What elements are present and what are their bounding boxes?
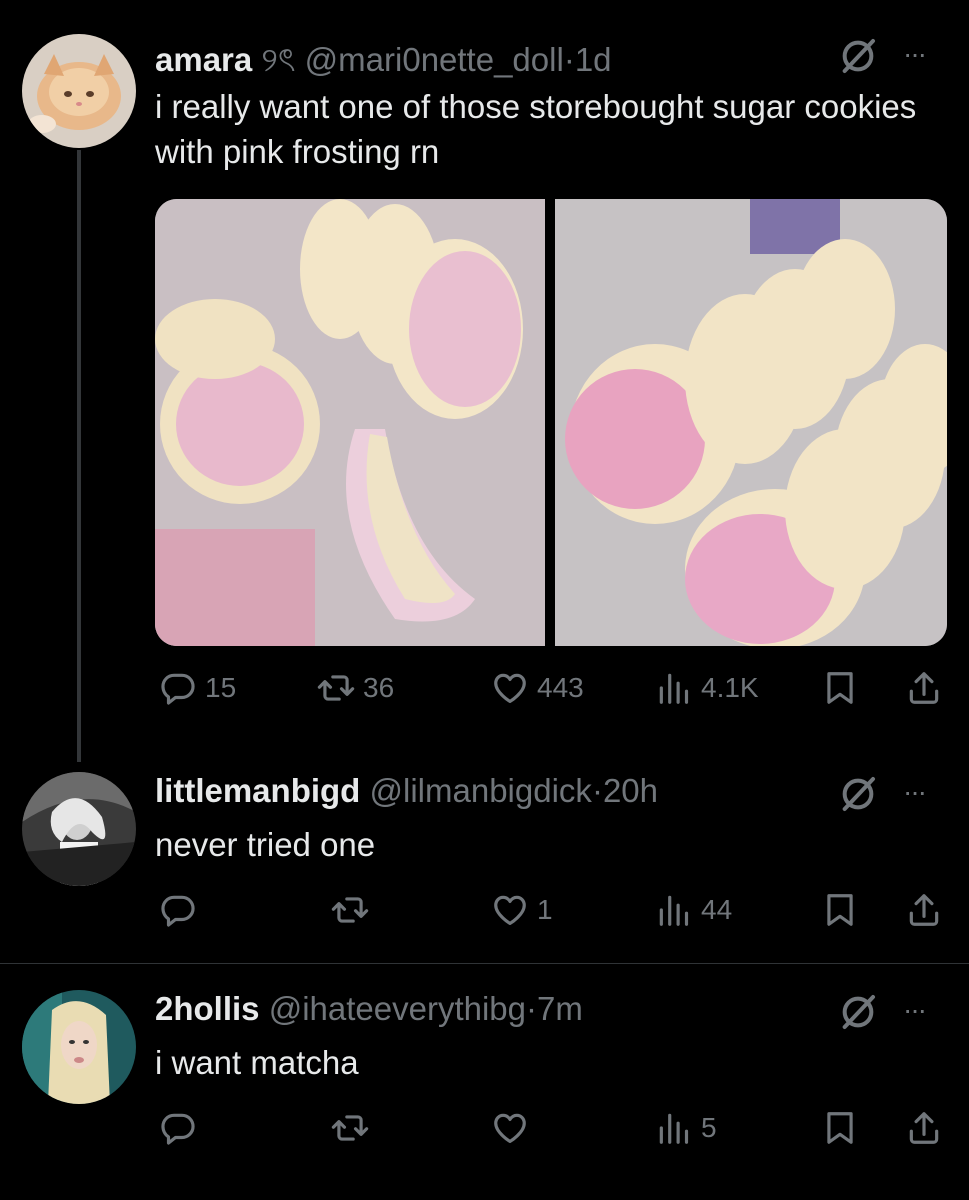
avatar[interactable] [22, 34, 136, 148]
tweet-2hollis[interactable]: 2hollis @ihateeverythibg·7m ··· i want m… [0, 964, 969, 1200]
more-options-icon[interactable]: ··· [903, 994, 927, 1026]
timestamp[interactable]: 20h [603, 772, 658, 809]
bookmark-button[interactable] [821, 1106, 859, 1150]
share-icon [905, 669, 943, 707]
user-handle[interactable]: @lilmanbigdick [370, 772, 592, 809]
grok-icon[interactable] [838, 774, 878, 814]
tweet-text: i want matcha [155, 1044, 359, 1081]
view-count: 4.1K [701, 672, 759, 703]
display-name[interactable]: amara [155, 41, 252, 78]
more-options-icon[interactable]: ··· [903, 776, 927, 808]
views-button[interactable]: 44 [655, 888, 732, 932]
tweet-actions: 15 36 443 4.1K [155, 666, 945, 710]
more-options-icon[interactable]: ··· [903, 38, 927, 70]
display-name[interactable]: 2hollis [155, 990, 260, 1027]
like-button[interactable]: 1 [491, 888, 553, 932]
share-button[interactable] [905, 1106, 943, 1150]
bookmark-button[interactable] [821, 666, 859, 710]
views-icon [655, 891, 693, 929]
user-handle[interactable]: @ihateeverythibg [269, 990, 526, 1027]
tweet-text: never tried one [155, 826, 376, 863]
reply-button[interactable] [159, 1106, 197, 1150]
repost-button[interactable]: 36 [317, 666, 394, 710]
user-handle[interactable]: @mari0nette_doll [305, 41, 564, 78]
timestamp[interactable]: 1d [575, 41, 612, 78]
share-button[interactable] [905, 666, 943, 710]
repost-icon [317, 669, 355, 707]
separator-dot: · [563, 41, 575, 78]
reply-icon [159, 1109, 197, 1147]
like-icon [491, 891, 529, 929]
repost-icon [331, 891, 369, 929]
view-count: 44 [701, 894, 733, 925]
reply-button[interactable]: 15 [159, 666, 236, 710]
tweet-header: 2hollis @ihateeverythibg·7m [155, 990, 583, 1028]
tweet-amara[interactable]: amara ୨ৎ @mari0nette_doll·1d ··· i reall… [0, 0, 969, 760]
repost-button[interactable] [331, 1106, 369, 1150]
views-button[interactable]: 4.1K [655, 666, 759, 710]
share-icon [905, 1109, 943, 1147]
bookmark-icon [821, 1109, 859, 1147]
like-count: 1 [537, 894, 553, 925]
tweet-header: amara ୨ৎ @mari0nette_doll·1d [155, 34, 612, 90]
timestamp[interactable]: 7m [537, 990, 583, 1027]
reply-button[interactable] [159, 888, 197, 932]
tweet-littlemanbigd[interactable]: littlemanbigd @lilmanbigdick·20h ··· nev… [0, 760, 969, 960]
avatar[interactable] [22, 772, 136, 886]
like-icon [491, 1109, 529, 1147]
views-button[interactable]: 5 [655, 1106, 717, 1150]
bookmark-icon [821, 669, 859, 707]
bookmark-icon [821, 891, 859, 929]
cookie-photos [155, 199, 947, 646]
view-count: 5 [701, 1112, 717, 1143]
reply-icon [159, 891, 197, 929]
tweet-text: i really want one of those storebought s… [155, 88, 917, 170]
views-icon [655, 1109, 693, 1147]
like-count: 443 [537, 672, 584, 703]
tweet-actions: 5 [155, 1106, 945, 1150]
share-icon [905, 891, 943, 929]
like-button[interactable]: 443 [491, 666, 584, 710]
reply-icon [159, 669, 197, 707]
grok-icon[interactable] [838, 36, 878, 76]
views-icon [655, 669, 693, 707]
separator-dot: · [526, 990, 538, 1027]
tweet-header: littlemanbigd @lilmanbigdick·20h [155, 772, 658, 810]
display-name[interactable]: littlemanbigd [155, 772, 360, 809]
like-icon [491, 669, 529, 707]
repost-icon [331, 1109, 369, 1147]
like-button[interactable] [491, 1106, 529, 1150]
repost-count: 36 [363, 672, 395, 703]
separator-dot: · [591, 772, 603, 809]
repost-button[interactable] [331, 888, 369, 932]
share-button[interactable] [905, 888, 943, 932]
tweet-actions: 1 44 [155, 888, 945, 932]
grok-icon[interactable] [838, 992, 878, 1032]
tweet-media[interactable] [155, 199, 947, 646]
reply-count: 15 [205, 672, 237, 703]
name-glyph: ୨ৎ [261, 41, 296, 78]
avatar[interactable] [22, 990, 136, 1104]
bookmark-button[interactable] [821, 888, 859, 932]
